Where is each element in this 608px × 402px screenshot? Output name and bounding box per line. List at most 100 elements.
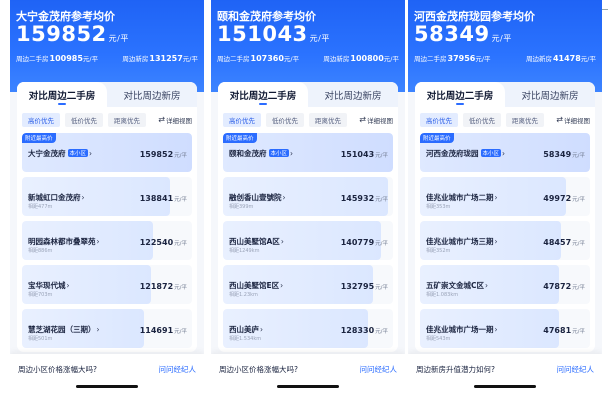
community-list: 附近最高价 河西金茂府珑园 本小区 › 58349元/平 佳兆业城市广场二期› 相距353m… <box>420 133 590 352</box>
detail-view-label: 详细视图 <box>166 116 192 125</box>
ask-agent-button[interactable]: 问问经纪人 <box>159 364 197 375</box>
community-price: 47681元/平 <box>543 326 585 335</box>
home-indicator <box>277 385 339 388</box>
price-header: 颐和金茂府参考均价 151043 元/平 周边二手房107360元/平 周边新房1008… <box>211 0 405 92</box>
filter-low-price-first[interactable]: 低价优先 <box>266 112 304 127</box>
filter-low-price-first[interactable]: 低价优先 <box>65 112 103 127</box>
community-name: 西山美墅馆A区› <box>229 236 284 247</box>
community-list: 附近最高价 大宁金茂府 本小区 › 159852元/平 新城虹口金茂府› 相距477m 138… <box>22 133 192 352</box>
community-price-unit: 元/平 <box>174 329 187 335</box>
community-price: 121872元/平 <box>140 282 187 291</box>
community-price: 114691元/平 <box>140 326 187 335</box>
nearby-new-house: 周边新房41478元/平 <box>526 53 596 63</box>
community-price: 49972元/平 <box>543 194 585 203</box>
community-price-value: 121872 <box>139 282 174 291</box>
nearby-new-house-unit: 元/平 <box>182 55 198 63</box>
detail-view-label: 详细视图 <box>564 116 590 125</box>
screenshot-collage: 大宁金茂府参考均价 159852 元/平 周边二手房100985元/平 周边新房1312… <box>0 0 608 402</box>
community-row[interactable]: 附近最高价 颐和金茂府 本小区 › 151043元/平 <box>223 133 393 172</box>
community-name: 大宁金茂府 本小区 › <box>28 148 92 159</box>
community-row[interactable]: 新城虹口金茂府› 相距477m 138841元/平 <box>22 177 192 216</box>
filter-distance-first[interactable]: 距离优先 <box>309 112 347 127</box>
community-name-text: 河西金茂府珑园 <box>426 149 479 158</box>
nearby-new-house-value: 41478 <box>552 54 581 63</box>
community-price-unit: 元/平 <box>572 197 585 203</box>
nearby-new-house-value: 131257 <box>149 54 183 63</box>
chevron-right-icon: › <box>485 281 489 290</box>
detail-view-button[interactable]: ⇄ 详细视图 <box>556 115 590 125</box>
community-price-unit: 元/平 <box>375 241 388 247</box>
community-row[interactable]: 明园森林都市叠翠苑› 相距886m 122540元/平 <box>22 221 192 260</box>
nearby-summary: 周边二手房100985元/平 周边新房131257元/平 <box>16 53 198 63</box>
community-name: 佳兆业城市广场二期› <box>426 192 498 203</box>
community-price-value: 58349 <box>543 150 572 159</box>
detail-view-button[interactable]: ⇄ 详细视图 <box>359 115 393 125</box>
ask-agent-button[interactable]: 问问经纪人 <box>360 364 398 375</box>
community-row[interactable]: 西山美墅馆E区› 相距1.23km 132795元/平 <box>223 265 393 304</box>
community-name: 明园森林都市叠翠苑› <box>28 236 100 247</box>
community-row[interactable]: 佳兆业城市广场三期› 相距352m 48457元/平 <box>420 221 590 260</box>
community-price-value: 132795 <box>340 282 375 291</box>
community-row[interactable]: 五矿崇文金城C区› 相距1.083km 47872元/平 <box>420 265 590 304</box>
tab-compare-new-house[interactable]: 对比周边新房 <box>107 82 197 107</box>
filter-distance-first[interactable]: 距离优先 <box>506 112 544 127</box>
community-row[interactable]: 佳兆业城市广场二期› 相距353m 49972元/平 <box>420 177 590 216</box>
community-price-unit: 元/平 <box>174 153 187 159</box>
community-price: 47872元/平 <box>543 282 585 291</box>
nearby-new-house-label: 周边新房 <box>323 55 350 63</box>
chevron-right-icon: › <box>502 149 506 158</box>
compare-tabs: 对比周边二手房 对比周边新房 <box>17 82 197 107</box>
filter-high-price-first[interactable]: 高价优先 <box>22 112 60 127</box>
detail-view-button[interactable]: ⇄ 详细视图 <box>158 115 192 125</box>
community-distance: 相距543m <box>426 336 451 342</box>
tab-compare-second-hand[interactable]: 对比周边二手房 <box>218 82 308 107</box>
community-row[interactable]: 西山美墅馆A区› 相距1249km 140779元/平 <box>223 221 393 260</box>
community-name-text: 慧芝湖花园（三期） <box>28 325 96 334</box>
community-name-text: 大宁金茂府 <box>28 149 66 158</box>
filter-high-price-first[interactable]: 高价优先 <box>223 112 261 127</box>
footer-question: 周边新房升值潜力如何? <box>416 365 495 374</box>
chevron-right-icon: › <box>96 237 100 246</box>
community-price: 58349元/平 <box>543 150 585 159</box>
community-row[interactable]: 附近最高价 河西金茂府珑园 本小区 › 58349元/平 <box>420 133 590 172</box>
tab-compare-second-hand[interactable]: 对比周边二手房 <box>17 82 107 107</box>
community-name: 西山美墅馆E区› <box>229 280 283 291</box>
community-row[interactable]: 佳兆业城市广场一期› 相距543m 47681元/平 <box>420 309 590 348</box>
community-price-value: 114691 <box>139 326 174 335</box>
community-price-value: 128330 <box>340 326 375 335</box>
filter-low-price-first[interactable]: 低价优先 <box>463 112 501 127</box>
filter-distance-first[interactable]: 距离优先 <box>108 112 146 127</box>
swap-icon: ⇄ <box>556 115 563 124</box>
tab-compare-new-house[interactable]: 对比周边新房 <box>505 82 595 107</box>
community-name: 颐和金茂府 本小区 › <box>229 148 293 159</box>
sort-filters: 高价优先 低价优先 距离优先 ⇄ 详细视图 <box>420 112 590 127</box>
ask-agent-button[interactable]: 问问经纪人 <box>557 364 595 375</box>
community-price: 140779元/平 <box>341 238 388 247</box>
community-price-unit: 元/平 <box>174 197 187 203</box>
nearby-summary: 周边二手房37956元/平 周边新房41478元/平 <box>414 53 596 63</box>
nearby-second-hand-label: 周边二手房 <box>414 55 447 63</box>
phone-screen: 颐和金茂府参考均价 151043 元/平 周边二手房107360元/平 周边新房1008… <box>211 0 405 402</box>
bottom-bar: 周边小区价格涨幅大吗? 问问经纪人 <box>10 354 204 402</box>
community-distance: 相距703m <box>28 292 53 298</box>
filter-high-price-first[interactable]: 高价优先 <box>420 112 458 127</box>
community-price-value: 47872 <box>543 282 572 291</box>
tab-compare-new-house[interactable]: 对比周边新房 <box>308 82 398 107</box>
tab-compare-second-hand[interactable]: 对比周边二手房 <box>415 82 505 107</box>
community-name: 佳兆业城市广场三期› <box>426 236 498 247</box>
nearby-new-house-unit: 元/平 <box>383 55 399 63</box>
community-row[interactable]: 宝华现代城› 相距703m 121872元/平 <box>22 265 192 304</box>
community-row[interactable]: 附近最高价 大宁金茂府 本小区 › 159852元/平 <box>22 133 192 172</box>
sort-filters: 高价优先 低价优先 距离优先 ⇄ 详细视图 <box>223 112 393 127</box>
community-name-text: 融创香山壹號院 <box>229 193 282 202</box>
community-distance: 相距399m <box>229 204 254 210</box>
community-row[interactable]: 慧芝湖花园（三期）› 相距501m 114691元/平 <box>22 309 192 348</box>
community-row[interactable]: 西山美庐› 相距1.534km 128330元/平 <box>223 309 393 348</box>
community-price-value: 47681 <box>543 326 572 335</box>
community-name-text: 颐和金茂府 <box>229 149 267 158</box>
community-row[interactable]: 融创香山壹號院› 相距399m 145932元/平 <box>223 177 393 216</box>
highest-price-badge: 附近最高价 <box>420 133 454 143</box>
comparison-card: 对比周边二手房 对比周边新房高价优先 低价优先 距离优先 ⇄ 详细视图附近最高价河西金茂府… <box>415 82 595 352</box>
community-name-text: 佳兆业城市广场二期 <box>426 193 494 202</box>
swap-icon: ⇄ <box>359 115 366 124</box>
